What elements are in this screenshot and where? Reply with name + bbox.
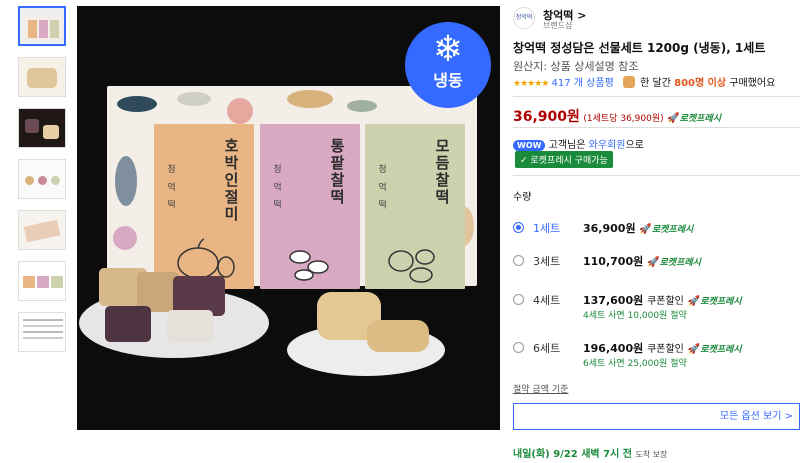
radio-button[interactable] bbox=[513, 342, 524, 353]
rocket-fresh-label: 로켓프레시 bbox=[679, 114, 721, 124]
purchase-count: 800명 이상 bbox=[674, 78, 727, 89]
pack-brand: 청 억 떡 bbox=[271, 164, 281, 212]
beans-illustration bbox=[289, 250, 329, 281]
nuts-illustration bbox=[388, 249, 435, 283]
option-price: 110,700원 🚀로켓프레시 bbox=[583, 253, 701, 269]
rocket-fresh-available-badge: ✓ 로켓프레시 구매가능 bbox=[515, 151, 613, 168]
delivery-info: 내일(화) 9/22 새벽 7시 전 도착 보장 bbox=[513, 445, 667, 460]
thumbnail-4[interactable] bbox=[18, 159, 66, 199]
option-price: 137,600원 쿠폰할인 🚀로켓프레시 bbox=[583, 292, 742, 308]
option-price: 36,900원 🚀로켓프레시 bbox=[583, 220, 693, 236]
rocket-fresh-label: 로켓프레시 bbox=[651, 225, 694, 235]
radio-selected[interactable] bbox=[513, 222, 524, 233]
rocket-icon: 🚀 bbox=[687, 344, 701, 355]
review-count-link[interactable]: 417 개 상품평 bbox=[552, 78, 614, 89]
thumbnail-6[interactable] bbox=[18, 261, 66, 301]
main-product-image: 호박인절미 청 억 떡 통팥찰떡 청 억 떡 모듬찰떡 청 억 떡 ❄ 냉동 bbox=[77, 6, 500, 430]
option-price-value: 36,900원 bbox=[583, 222, 636, 235]
radio-button[interactable] bbox=[513, 294, 524, 305]
seller-type: 브랜드샵 bbox=[543, 21, 573, 30]
pack-assorted: 모듬찰떡 청 억 떡 bbox=[365, 124, 465, 289]
rocket-fresh-label: 로켓프레시 bbox=[659, 258, 701, 268]
divider bbox=[513, 127, 800, 128]
rocket-fresh-label: 로켓프레시 bbox=[700, 297, 742, 307]
wow-member-link[interactable]: 와우회원 bbox=[589, 140, 626, 151]
divider bbox=[513, 96, 800, 97]
product-origin: 원산지: 상품 상세설명 참조 bbox=[513, 60, 639, 73]
cake bbox=[167, 310, 213, 342]
star-rating-icon[interactable]: ★★★★★ bbox=[513, 79, 549, 89]
divider bbox=[513, 175, 800, 176]
unit-price: (1세트당 36,900원) bbox=[583, 114, 664, 124]
rocket-icon: 🚀 bbox=[667, 113, 680, 124]
price-row: 36,900원 (1세트당 36,900원) 🚀로켓프레시 bbox=[513, 106, 721, 126]
purchase-prefix: 한 달간 bbox=[640, 78, 671, 89]
thumbnail-7[interactable] bbox=[18, 312, 66, 352]
radio-button[interactable] bbox=[513, 255, 524, 266]
option-name: 1세트 bbox=[533, 222, 561, 235]
delivery-note: 도착 보장 bbox=[635, 450, 668, 459]
snowflake-icon: ❄ bbox=[432, 29, 464, 70]
option-savings: 6세트 사면 25,000원 절약 bbox=[583, 359, 687, 369]
shopping-bag-icon bbox=[622, 76, 635, 88]
wow-membership-row: WOW 고객님은 와우회원으로 bbox=[513, 136, 644, 151]
pack-title: 통팥찰떡 bbox=[328, 138, 346, 206]
thumbnail-1[interactable] bbox=[18, 6, 66, 46]
coupon-label: 쿠폰할인 bbox=[647, 344, 684, 355]
thumbnail-5[interactable] bbox=[18, 210, 66, 250]
quantity-label: 수량 bbox=[513, 192, 532, 203]
option-name: 6세트 bbox=[533, 342, 561, 355]
purchase-suffix: 구매했어요 bbox=[729, 78, 776, 89]
product-title: 창억떡 정성담은 선물세트 1200g (냉동), 1세트 bbox=[513, 41, 766, 55]
cake bbox=[367, 320, 429, 352]
pack-title: 모듬찰떡 bbox=[433, 138, 451, 206]
frozen-badge: ❄ 냉동 bbox=[405, 22, 491, 108]
option-price-value: 137,600원 bbox=[583, 294, 644, 307]
rating-row: ★★★★★ 417 개 상품평 한 달간 800명 이상 구매했어요 bbox=[513, 74, 775, 89]
option-price-value: 110,700원 bbox=[583, 255, 644, 268]
wow-text-prefix: 고객님은 bbox=[548, 140, 586, 151]
savings-basis-link[interactable]: 절약 금액 기준 bbox=[513, 382, 568, 395]
delivery-date: 내일(화) 9/22 새벽 7시 전 bbox=[513, 449, 632, 460]
rocket-icon: 🚀 bbox=[687, 296, 701, 307]
option-savings: 4세트 사면 10,000원 절약 bbox=[583, 311, 687, 321]
seller-logo: 청억떡 bbox=[513, 7, 535, 29]
pack-red-bean: 통팥찰떡 청 억 떡 bbox=[260, 124, 360, 289]
pack-pumpkin: 호박인절미 청 억 떡 bbox=[154, 124, 254, 289]
thumbnail-3[interactable] bbox=[18, 108, 66, 148]
cake bbox=[105, 306, 151, 342]
rocket-fresh-label: 로켓프레시 bbox=[700, 345, 742, 355]
pack-brand: 청 억 떡 bbox=[165, 164, 175, 212]
view-all-options-button[interactable]: 모든 옵션 보기 > bbox=[513, 403, 800, 430]
option-name: 4세트 bbox=[533, 294, 561, 307]
wow-text-suffix: 으로 bbox=[625, 140, 644, 151]
rocket-icon: 🚀 bbox=[647, 257, 660, 268]
option-name: 3세트 bbox=[533, 255, 561, 268]
rocket-icon: 🚀 bbox=[639, 224, 652, 235]
thumbnail-list bbox=[18, 6, 68, 363]
thumbnail-2[interactable] bbox=[18, 57, 66, 97]
coupon-label: 쿠폰할인 bbox=[647, 296, 684, 307]
frozen-label: 냉동 bbox=[433, 71, 463, 90]
option-price: 196,400원 쿠폰할인 🚀로켓프레시 bbox=[583, 340, 742, 356]
pack-title: 호박인절미 bbox=[222, 138, 240, 223]
pack-brand: 청 억 떡 bbox=[376, 164, 386, 212]
wow-badge: WOW bbox=[513, 140, 546, 151]
price-amount: 36,900원 bbox=[513, 109, 580, 125]
option-price-value: 196,400원 bbox=[583, 342, 644, 355]
gift-box: 호박인절미 청 억 떡 통팥찰떡 청 억 떡 모듬찰떡 청 억 떡 bbox=[107, 86, 477, 289]
